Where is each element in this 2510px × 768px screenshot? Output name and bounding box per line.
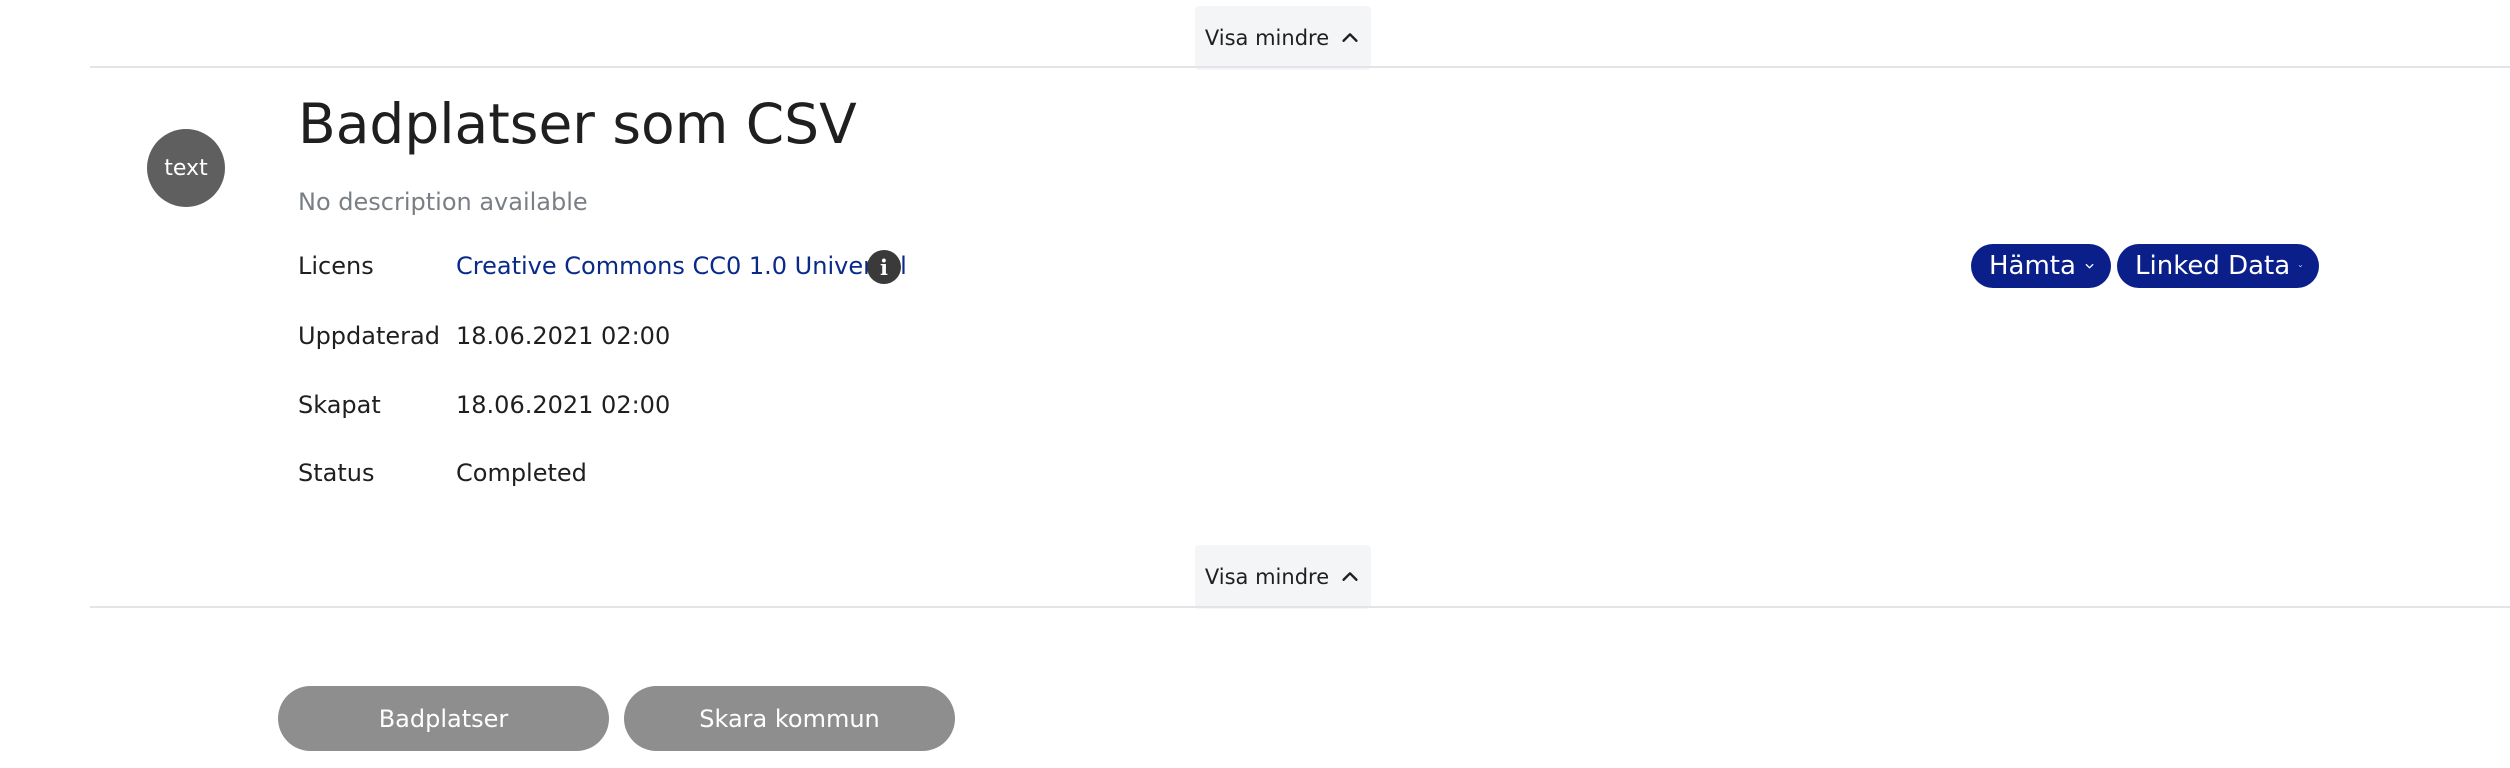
section-divider-bottom	[90, 606, 2510, 608]
license-label: Licens	[298, 252, 374, 280]
chevron-down-icon	[2085, 263, 2094, 269]
created-label: Skapat	[298, 391, 381, 419]
status-value: Completed	[456, 459, 587, 487]
resource-title: Badplatser som CSV	[298, 92, 857, 156]
chevron-up-icon	[1342, 572, 1358, 581]
tag-button[interactable]: Badplatser	[278, 686, 609, 751]
show-less-toggle-top[interactable]: Visa mindre	[1195, 6, 1371, 70]
download-dropdown-button[interactable]: Hämta	[1971, 244, 2111, 288]
download-label: Hämta	[1989, 251, 2076, 281]
tag-button[interactable]: Skara kommun	[624, 686, 955, 751]
resource-description: No description available	[298, 188, 588, 216]
status-label: Status	[298, 459, 375, 487]
chevron-down-icon	[2298, 265, 2303, 268]
updated-value: 18.06.2021 02:00	[456, 322, 671, 350]
linked-data-label: Linked Data	[2135, 251, 2291, 281]
updated-label: Uppdaterad	[298, 322, 440, 350]
show-less-label: Visa mindre	[1204, 26, 1330, 50]
show-less-label: Visa mindre	[1204, 565, 1330, 589]
section-divider-top	[90, 66, 2510, 68]
license-link[interactable]: Creative Commons CC0 1.0 Universal	[456, 252, 907, 280]
linked-data-dropdown-button[interactable]: Linked Data	[2117, 244, 2319, 288]
resource-page: Visa mindre text Badplatser som CSV No d…	[0, 0, 2510, 768]
show-less-toggle-bottom[interactable]: Visa mindre	[1195, 545, 1371, 609]
created-value: 18.06.2021 02:00	[456, 391, 671, 419]
format-badge: text	[147, 129, 225, 207]
chevron-up-icon	[1342, 33, 1358, 42]
license-value: Creative Commons CC0 1.0 Universal	[456, 252, 907, 280]
info-icon[interactable]: i	[867, 250, 901, 284]
